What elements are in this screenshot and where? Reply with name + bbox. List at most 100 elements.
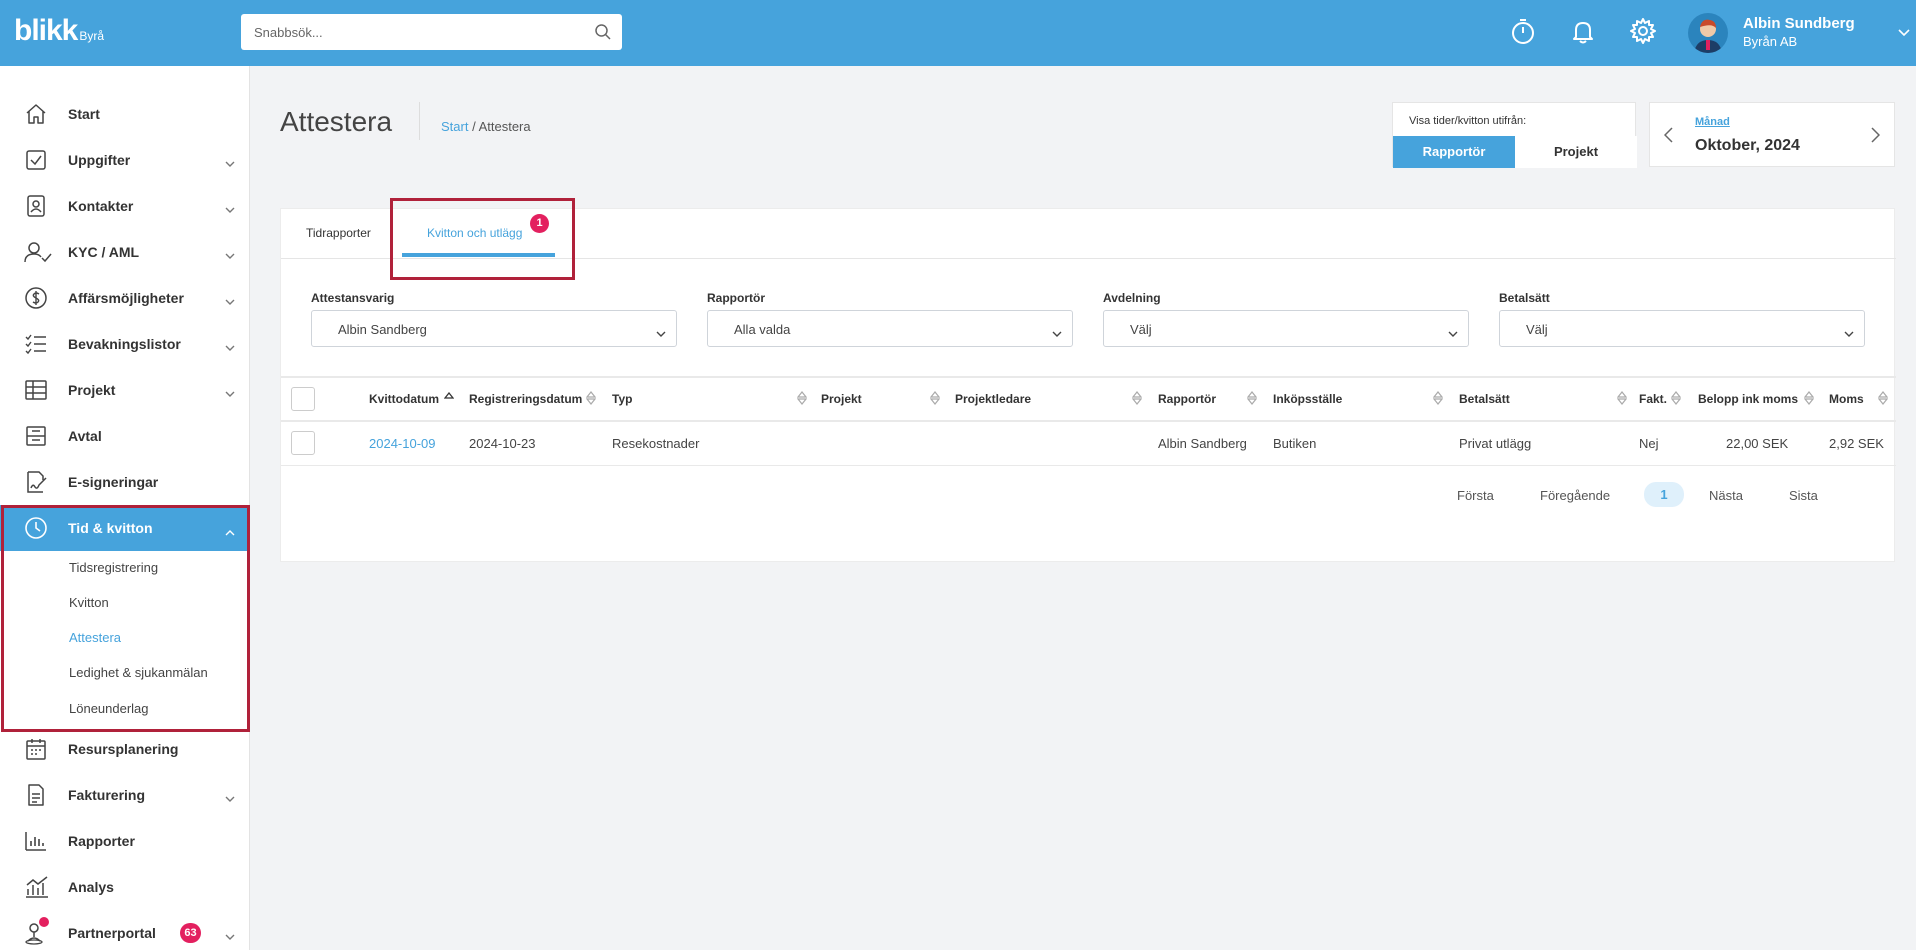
pagination-last[interactable]: Sista bbox=[1789, 488, 1818, 503]
row-checkbox[interactable] bbox=[291, 431, 315, 455]
betalsatt-select[interactable]: Välj bbox=[1499, 310, 1865, 347]
sidebar-item-tid-kvitton[interactable]: Tid & kvitton bbox=[0, 505, 250, 551]
column-header-betalsatt[interactable]: Betalsätt bbox=[1459, 392, 1510, 406]
table-icon bbox=[24, 378, 48, 402]
sidebar-item-projekt[interactable]: Projekt bbox=[0, 367, 250, 413]
sort-icon[interactable] bbox=[929, 391, 941, 410]
filter-label-betalsatt: Betalsätt bbox=[1499, 291, 1550, 305]
chevron-down-icon bbox=[225, 385, 235, 403]
sort-icon[interactable] bbox=[796, 391, 808, 410]
chevron-down-icon bbox=[225, 790, 235, 808]
sidebar-item-fakturering[interactable]: Fakturering bbox=[0, 772, 250, 818]
avdelning-select[interactable]: Välj bbox=[1103, 310, 1469, 347]
bar-chart-icon bbox=[24, 829, 48, 853]
sidebar-item-bevakningslistor[interactable]: Bevakningslistor bbox=[0, 321, 250, 367]
column-header-rapportor[interactable]: Rapportör bbox=[1158, 392, 1216, 406]
sidebar-item-label: E-signeringar bbox=[68, 474, 159, 490]
breadcrumb-start-link[interactable]: Start bbox=[441, 119, 468, 134]
column-header-registreringsdatum[interactable]: Registreringsdatum bbox=[469, 392, 582, 406]
toggle-projekt-button[interactable]: Projekt bbox=[1515, 136, 1637, 168]
column-header-belopp[interactable]: Belopp ink moms bbox=[1698, 392, 1798, 406]
sidebar-item-e-signeringar[interactable]: E-signeringar bbox=[0, 459, 250, 505]
user-check-icon bbox=[24, 240, 52, 264]
checklist-icon bbox=[24, 332, 48, 356]
pagination-first[interactable]: Första bbox=[1457, 488, 1494, 503]
table-top-border bbox=[281, 376, 1896, 378]
sidebar-item-rapporter[interactable]: Rapporter bbox=[0, 818, 250, 864]
bell-icon[interactable] bbox=[1568, 16, 1598, 46]
sidebar-item-label: Tid & kvitton bbox=[68, 520, 153, 536]
logo-sub: Byrå bbox=[79, 29, 105, 43]
sidebar-item-avtal[interactable]: Avtal bbox=[0, 413, 250, 459]
sort-icon[interactable] bbox=[1131, 391, 1143, 410]
chevron-down-icon bbox=[225, 201, 235, 219]
sort-icon[interactable] bbox=[585, 391, 597, 410]
sidebar-subitem-ledighet[interactable]: Ledighet & sjukanmälan bbox=[69, 665, 208, 680]
sidebar-item-label: Affärsmöjligheter bbox=[68, 290, 184, 306]
sidebar-item-resursplanering[interactable]: Resursplanering bbox=[0, 726, 250, 772]
sidebar-item-analys[interactable]: Analys bbox=[0, 864, 250, 910]
sort-icon[interactable] bbox=[1616, 391, 1628, 410]
avatar[interactable] bbox=[1688, 13, 1728, 53]
filter-label-avdelning: Avdelning bbox=[1103, 291, 1161, 305]
search-input[interactable] bbox=[241, 14, 571, 50]
toggle-rapportor-button[interactable]: Rapportör bbox=[1393, 136, 1515, 168]
sidebar-item-label: Kontakter bbox=[68, 198, 134, 214]
cell-kvittodatum-link[interactable]: 2024-10-09 bbox=[369, 436, 436, 451]
user-info[interactable]: Albin Sundberg Byrån AB bbox=[1743, 15, 1855, 49]
sidebar: Start Uppgifter Kontakter KYC / AML Affä… bbox=[0, 66, 250, 950]
column-header-projekt[interactable]: Projekt bbox=[821, 392, 862, 406]
select-all-checkbox[interactable] bbox=[291, 387, 315, 411]
logo-text: blikk bbox=[14, 14, 78, 47]
sidebar-item-uppgifter[interactable]: Uppgifter bbox=[0, 137, 250, 183]
sidebar-subitem-tidsregistrering[interactable]: Tidsregistrering bbox=[69, 560, 158, 575]
column-header-typ[interactable]: Typ bbox=[612, 392, 632, 406]
chevron-down-icon bbox=[225, 928, 235, 946]
column-header-moms[interactable]: Moms bbox=[1829, 392, 1864, 406]
pagination-current-page[interactable]: 1 bbox=[1644, 482, 1684, 507]
home-icon bbox=[24, 102, 48, 126]
period-type-link[interactable]: Månad bbox=[1695, 116, 1730, 128]
sort-icon[interactable] bbox=[1670, 391, 1682, 410]
attestansvarig-select[interactable]: Albin Sandberg bbox=[311, 310, 677, 347]
sidebar-item-kontakter[interactable]: Kontakter bbox=[0, 183, 250, 229]
sort-icon[interactable] bbox=[1803, 391, 1815, 410]
sidebar-subitem-kvitton[interactable]: Kvitton bbox=[69, 595, 109, 610]
tab-badge: 1 bbox=[530, 214, 549, 233]
tab-tidrapporter[interactable]: Tidrapporter bbox=[306, 226, 371, 240]
notification-badge: 63 bbox=[180, 923, 201, 943]
breadcrumb-current: Attestera bbox=[478, 119, 531, 134]
period-selector: Månad Oktober, 2024 bbox=[1649, 102, 1895, 167]
sidebar-subitem-loneunderlag[interactable]: Löneunderlag bbox=[69, 701, 149, 716]
column-header-projektledare[interactable]: Projektledare bbox=[955, 392, 1031, 406]
sidebar-item-partnerportal[interactable]: Partnerportal 63 bbox=[0, 910, 250, 950]
blikk-logo[interactable]: blikk Byrå bbox=[14, 14, 104, 48]
sidebar-item-start[interactable]: Start bbox=[0, 91, 250, 137]
sidebar-item-label: KYC / AML bbox=[68, 244, 140, 260]
chevron-down-icon[interactable] bbox=[1898, 24, 1910, 42]
sort-icon[interactable] bbox=[1246, 391, 1258, 410]
sidebar-item-kyc-aml[interactable]: KYC / AML bbox=[0, 229, 250, 275]
pagination-prev[interactable]: Föregående bbox=[1540, 488, 1610, 503]
column-header-inkopsstalle[interactable]: Inköpsställe bbox=[1273, 392, 1342, 406]
sort-icon[interactable] bbox=[1432, 391, 1444, 410]
column-header-kvittodatum[interactable]: Kvittodatum bbox=[369, 392, 439, 406]
filter-label-attestansvarig: Attestansvarig bbox=[311, 291, 395, 305]
sort-icon[interactable] bbox=[1877, 391, 1889, 410]
sidebar-item-affarsmojligheter[interactable]: Affärsmöjligheter bbox=[0, 275, 250, 321]
sidebar-subitem-attestera[interactable]: Attestera bbox=[69, 630, 121, 645]
rapportor-select[interactable]: Alla valda bbox=[707, 310, 1073, 347]
top-bar: blikkByrå Albin Sundberg Byrån AB bbox=[0, 0, 1916, 66]
gear-icon[interactable] bbox=[1628, 16, 1658, 46]
column-header-fakt[interactable]: Fakt. bbox=[1639, 392, 1667, 406]
sort-asc-icon[interactable] bbox=[443, 391, 455, 409]
pagination-next[interactable]: Nästa bbox=[1709, 488, 1743, 503]
stopwatch-icon[interactable] bbox=[1508, 16, 1538, 46]
search-icon[interactable] bbox=[594, 23, 612, 46]
row-divider bbox=[281, 465, 1896, 466]
tab-kvitton-och-utlagg[interactable]: Kvitton och utlägg bbox=[427, 226, 522, 240]
chevron-left-icon[interactable] bbox=[1663, 127, 1673, 148]
breadcrumb: Start / Attestera bbox=[441, 119, 531, 134]
cell-moms: 2,92 SEK bbox=[1829, 436, 1884, 451]
chevron-right-icon[interactable] bbox=[1871, 127, 1881, 148]
